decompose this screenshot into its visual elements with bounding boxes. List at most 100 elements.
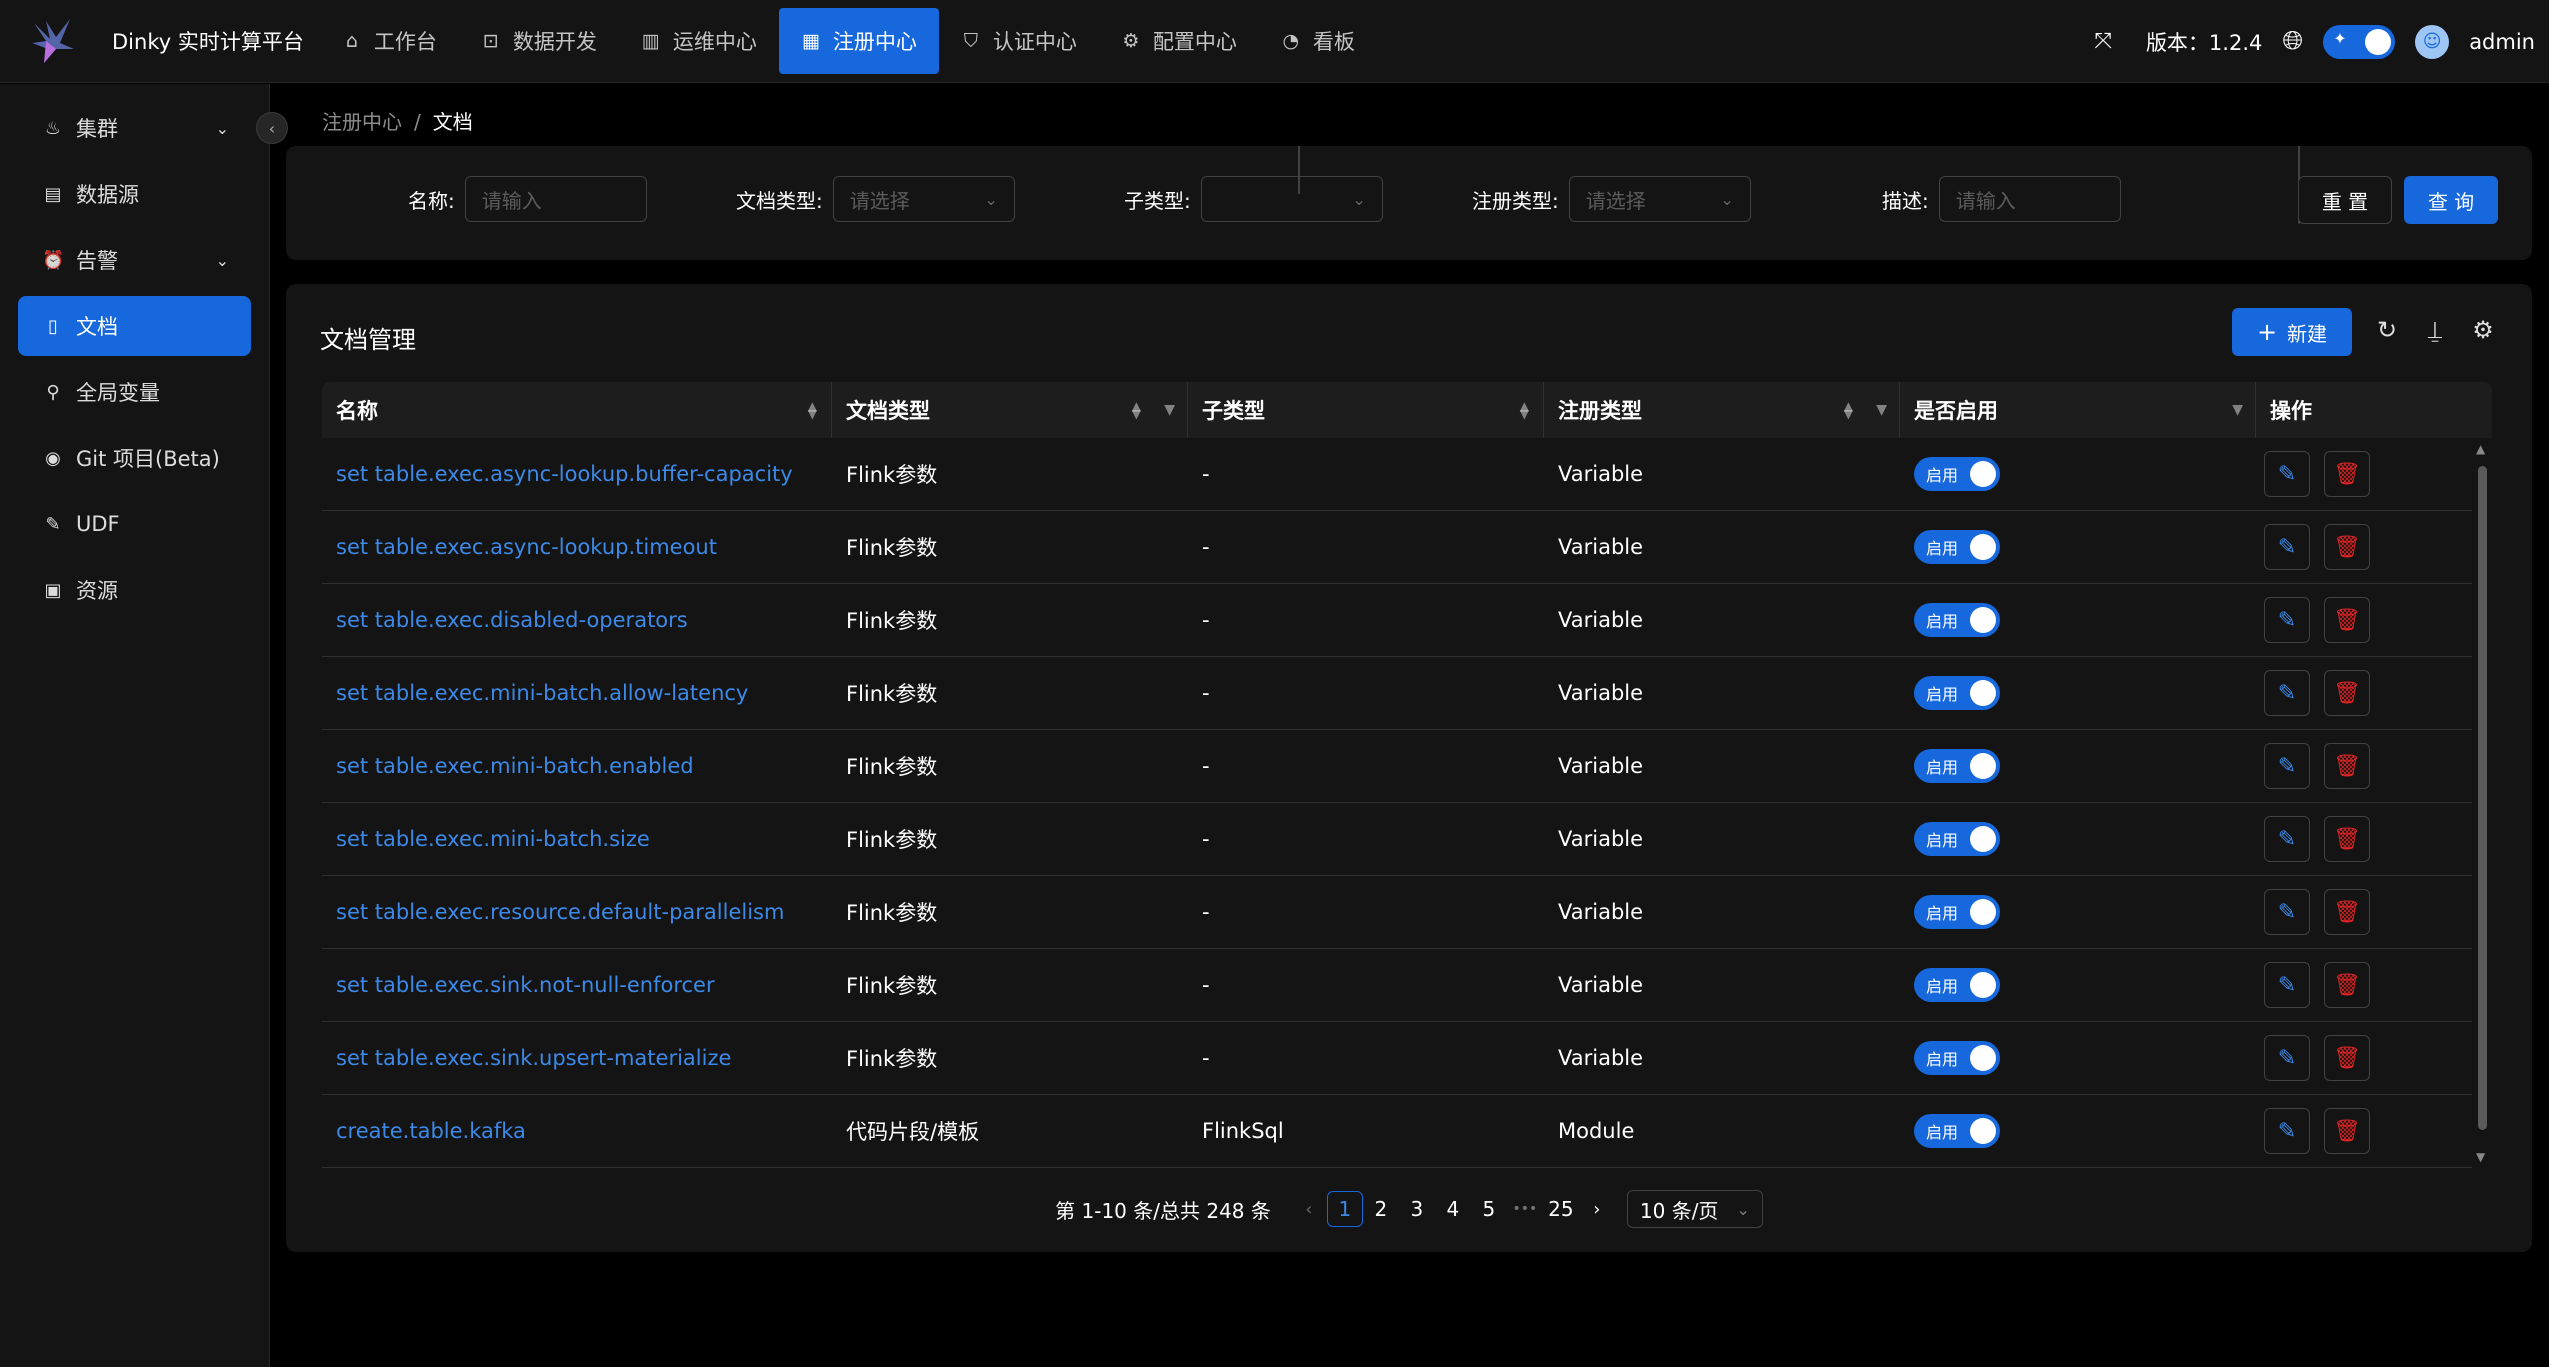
fullscreen-icon[interactable]: ⤧ (2094, 29, 2112, 54)
name-input[interactable]: 请输入 (464, 176, 647, 222)
dinky-logo[interactable] (22, 11, 82, 71)
top-nav-item-3[interactable]: ▦ 注册中心 (778, 8, 939, 74)
doc-type-cell: Flink参数 (846, 609, 938, 633)
page-item[interactable]: 5 (1471, 1191, 1507, 1227)
top-nav-item-6[interactable]: ◔ 看板 (1259, 8, 1377, 74)
edit-icon[interactable]: ✎ (2264, 889, 2310, 935)
page-size-select[interactable]: 10 条/页 ⌄ (1626, 1190, 1763, 1228)
delete-icon[interactable]: 🗑︎ (2324, 524, 2370, 570)
delete-icon[interactable]: 🗑︎ (2324, 816, 2370, 862)
sidebar-item-6[interactable]: ✎ UDF (18, 494, 251, 554)
table-row: set table.exec.disabled-operators Flink参数… (322, 584, 2472, 657)
page-item[interactable]: 4 (1435, 1191, 1471, 1227)
page-item[interactable]: 3 (1399, 1191, 1435, 1227)
edit-icon[interactable]: ✎ (2264, 816, 2310, 862)
settings-icon[interactable]: ⚙ (2468, 316, 2498, 344)
enabled-switch[interactable]: 启用 (1914, 530, 2000, 564)
avatar[interactable]: ☺ (2415, 24, 2450, 59)
enabled-switch[interactable]: 启用 (1914, 1114, 2000, 1148)
breadcrumb-parent[interactable]: 注册中心 (322, 110, 402, 134)
sidebar-item-label: UDF (76, 512, 120, 536)
delete-icon[interactable]: 🗑︎ (2324, 451, 2370, 497)
top-nav-item-1[interactable]: ⊡ 数据开发 (459, 8, 619, 74)
enabled-switch[interactable]: 启用 (1914, 968, 2000, 1002)
top-nav-item-0[interactable]: ⌂ 工作台 (320, 8, 459, 74)
delete-icon[interactable]: 🗑︎ (2324, 743, 2370, 789)
delete-icon[interactable]: 🗑︎ (2324, 962, 2370, 1008)
page-item[interactable]: 2 (1363, 1191, 1399, 1227)
table-row: set table.exec.sink.not-null-enforcer Fli… (322, 949, 2472, 1022)
page-ellipsis[interactable]: ••• (1507, 1191, 1543, 1227)
top-nav-item-5[interactable]: ⚙ 配置中心 (1099, 8, 1259, 74)
sidebar-collapse-button[interactable]: ‹ (256, 112, 288, 144)
desc-input[interactable]: 请输入 (1938, 176, 2121, 222)
edit-icon[interactable]: ✎ (2264, 1108, 2310, 1154)
top-nav-item-4[interactable]: ⛉ 认证中心 (939, 8, 1099, 74)
delete-icon[interactable]: 🗑︎ (2324, 889, 2370, 935)
document-name-link[interactable]: set table.exec.resource.default-parallel… (322, 900, 832, 924)
enabled-switch[interactable]: 启用 (1914, 603, 2000, 637)
sidebar-item-0[interactable]: ♨ 集群 ⌄ (18, 98, 251, 158)
edit-icon[interactable]: ✎ (2264, 962, 2310, 1008)
new-document-button[interactable]: + 新建 (2232, 308, 2352, 356)
document-name-link[interactable]: set table.exec.async-lookup.buffer-capac… (322, 462, 832, 486)
document-name-link[interactable]: set table.exec.mini-batch.enabled (322, 754, 832, 778)
document-name-link[interactable]: set table.exec.mini-batch.size (322, 827, 832, 851)
subtype-select[interactable]: ⌄ (1200, 176, 1383, 222)
doctype-select[interactable]: 请选择 ⌄ (832, 176, 1015, 222)
sidebar-item-4[interactable]: ⚲ 全局变量 (18, 362, 251, 422)
column-header-subtype[interactable]: 子类型 ▲ ▼ (1188, 382, 1544, 438)
chevron-down-icon: ⌄ (1736, 1199, 1750, 1219)
document-name-link[interactable]: set table.exec.async-lookup.timeout (322, 535, 832, 559)
enabled-switch[interactable]: 启用 (1914, 895, 2000, 929)
delete-icon[interactable]: 🗑︎ (2324, 670, 2370, 716)
regtype-select[interactable]: 请选择 ⌄ (1568, 176, 1751, 222)
delete-icon[interactable]: 🗑︎ (2324, 1035, 2370, 1081)
enabled-switch[interactable]: 启用 (1914, 1041, 2000, 1075)
enabled-switch[interactable]: 启用 (1914, 676, 2000, 710)
sidebar-item-5[interactable]: ◉ Git 项目(Beta) (18, 428, 251, 488)
delete-icon[interactable]: 🗑︎ (2324, 1108, 2370, 1154)
table-scrollbar[interactable]: ▲ ▼ (2472, 438, 2492, 1168)
enabled-switch[interactable]: 启用 (1914, 749, 2000, 783)
sidebar-item-label: 全局变量 (76, 381, 160, 405)
reset-button[interactable]: 重 置 (2298, 176, 2392, 224)
query-button[interactable]: 查 询 (2404, 176, 2498, 224)
enabled-switch[interactable]: 启用 (1914, 457, 2000, 491)
page-item[interactable]: 1 (1326, 1191, 1363, 1227)
edit-icon[interactable]: ✎ (2264, 451, 2310, 497)
reload-icon[interactable]: ↻ (2372, 316, 2402, 344)
document-name-link[interactable]: set table.exec.disabled-operators (322, 608, 832, 632)
page-item[interactable]: 25 (1543, 1191, 1579, 1227)
prev-page-icon[interactable]: ‹ (1291, 1191, 1327, 1227)
enabled-switch[interactable]: 启用 (1914, 822, 2000, 856)
document-name-link[interactable]: create.table.kafka (322, 1119, 832, 1143)
edit-icon[interactable]: ✎ (2264, 743, 2310, 789)
sidebar-item-3[interactable]: ▯ 文档 (18, 296, 251, 356)
language-icon[interactable]: 🌐︎ (2282, 26, 2303, 57)
theme-toggle[interactable]: ✦ (2323, 24, 2396, 59)
sidebar-item-2[interactable]: ⏰ 告警 ⌄ (18, 230, 251, 290)
edit-icon[interactable]: ✎ (2264, 1035, 2310, 1081)
next-page-icon[interactable]: › (1579, 1191, 1615, 1227)
edit-icon[interactable]: ✎ (2264, 670, 2310, 716)
sidebar-item-label: 文档 (76, 315, 118, 339)
column-header-enabled[interactable]: 是否启用 ▼ (1900, 382, 2256, 438)
sidebar-item-1[interactable]: ▤ 数据源 (18, 164, 251, 224)
edit-icon[interactable]: ✎ (2264, 524, 2310, 570)
column-height-icon[interactable]: ⍊ (2420, 316, 2450, 344)
document-name-link[interactable]: set table.exec.mini-batch.allow-latency (322, 681, 832, 705)
username[interactable]: admin (2469, 30, 2535, 54)
filter-icon: ▼ (1164, 402, 1175, 418)
document-name-link[interactable]: set table.exec.sink.upsert-materialize (322, 1046, 832, 1070)
column-header-regtype[interactable]: 注册类型 ▲ ▼ ▼ (1544, 382, 1900, 438)
doc-type-cell: Flink参数 (846, 828, 938, 852)
top-nav-item-2[interactable]: ▥ 运维中心 (619, 8, 779, 74)
column-header-name[interactable]: 名称 ▲ ▼ (322, 382, 832, 438)
column-header-doctype[interactable]: 文档类型 ▲ ▼ ▼ (832, 382, 1188, 438)
document-name-link[interactable]: set table.exec.sink.not-null-enforcer (322, 973, 832, 997)
top-nav: ⌂ 工作台 ⊡ 数据开发 ▥ 运维中心 ▦ 注册中心 ⛉ 认证中心 ⚙ 配置中心 ◔ 看板 (320, 0, 1377, 83)
sidebar-item-7[interactable]: ▣ 资源 (18, 560, 251, 620)
edit-icon[interactable]: ✎ (2264, 597, 2310, 643)
delete-icon[interactable]: 🗑︎ (2324, 597, 2370, 643)
